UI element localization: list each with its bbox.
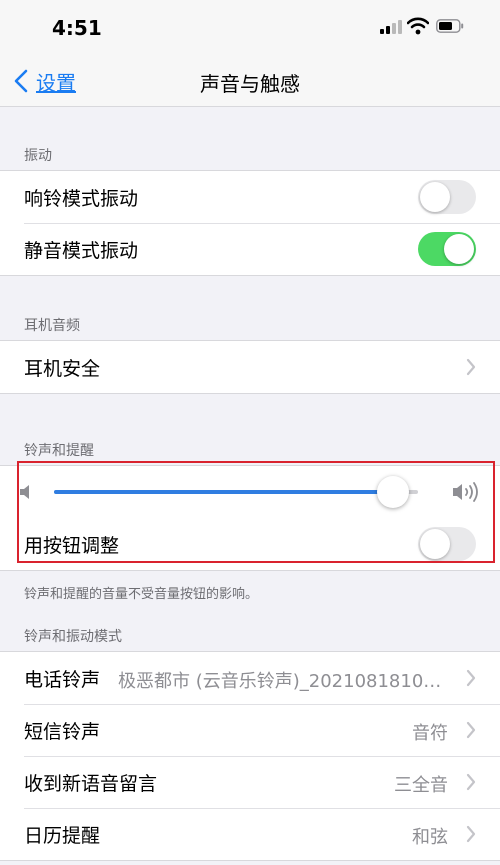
row-value: 三全音 — [394, 775, 448, 796]
ringer-group: 用按钮调整 — [0, 465, 500, 571]
headphone-safety-row[interactable]: 耳机安全 — [0, 341, 500, 393]
row-label: 用按钮调整 — [24, 535, 120, 557]
silent-vibrate-row: 静音模式振动 — [0, 223, 500, 275]
new-voicemail-row[interactable]: 收到新语音留言 三全音 — [0, 756, 500, 808]
ringer-volume-row — [0, 466, 500, 518]
row-value: 极恶都市 (云音乐铃声)_20210818101... — [118, 671, 448, 692]
back-label: 设置 — [36, 70, 76, 95]
section-header-headphone: 耳机音频 — [24, 318, 80, 334]
section-header-vibration: 振动 — [24, 148, 52, 164]
row-label: 短信铃声 — [24, 721, 101, 743]
ringer-volume-slider[interactable] — [54, 476, 418, 508]
status-bar: 4:51 — [0, 0, 500, 56]
row-label: 收到新语音留言 — [24, 773, 158, 795]
ringer-footer-note: 铃声和提醒的音量不受音量按钮的影响。 — [24, 587, 259, 602]
toggle-knob — [444, 234, 474, 264]
battery-icon — [436, 19, 464, 33]
volume-high-icon — [453, 482, 478, 502]
volume-low-icon — [20, 485, 29, 499]
calendar-alerts-row[interactable]: 日历提醒 和弦 — [0, 808, 500, 860]
section-header-ringer: 铃声和提醒 — [24, 443, 94, 459]
back-button[interactable]: 设置 — [14, 66, 76, 96]
row-label: 耳机安全 — [24, 358, 101, 380]
row-value: 和弦 — [412, 827, 448, 848]
silent-vibrate-toggle[interactable] — [418, 232, 476, 266]
row-label: 电话铃声 — [24, 669, 101, 691]
section-header-patterns: 铃声和振动模式 — [24, 629, 122, 645]
chevron-left-icon — [14, 69, 28, 93]
ring-vibrate-row: 响铃模式振动 — [0, 171, 500, 223]
navigation-bar: 声音与触感 设置 — [0, 56, 500, 107]
status-time: 4:51 — [52, 16, 102, 40]
toggle-knob — [420, 182, 450, 212]
headphone-group: 耳机安全 — [0, 340, 500, 394]
row-value: 音符 — [412, 723, 448, 744]
adjust-with-buttons-toggle[interactable] — [418, 527, 476, 561]
wifi-icon — [407, 17, 429, 35]
chevron-right-icon — [466, 358, 476, 376]
ringtone-row[interactable]: 电话铃声 极恶都市 (云音乐铃声)_20210818101... — [0, 652, 500, 704]
adjust-with-buttons-row: 用按钮调整 — [0, 518, 500, 570]
text-tone-row[interactable]: 短信铃声 音符 — [0, 704, 500, 756]
row-label: 日历提醒 — [24, 825, 101, 847]
toggle-knob — [420, 529, 450, 559]
chevron-right-icon — [466, 825, 476, 843]
row-label: 静音模式振动 — [24, 240, 139, 262]
row-label: 响铃模式振动 — [24, 188, 139, 210]
slider-thumb[interactable] — [376, 476, 409, 508]
chevron-right-icon — [466, 669, 476, 687]
ring-vibrate-toggle[interactable] — [418, 180, 476, 214]
vibration-group: 响铃模式振动 静音模式振动 — [0, 170, 500, 276]
chevron-right-icon — [466, 773, 476, 791]
cellular-signal-icon — [380, 20, 404, 34]
chevron-right-icon — [466, 721, 476, 739]
slider-fill — [54, 490, 393, 494]
patterns-group: 电话铃声 极恶都市 (云音乐铃声)_20210818101... 短信铃声 音符… — [0, 651, 500, 861]
